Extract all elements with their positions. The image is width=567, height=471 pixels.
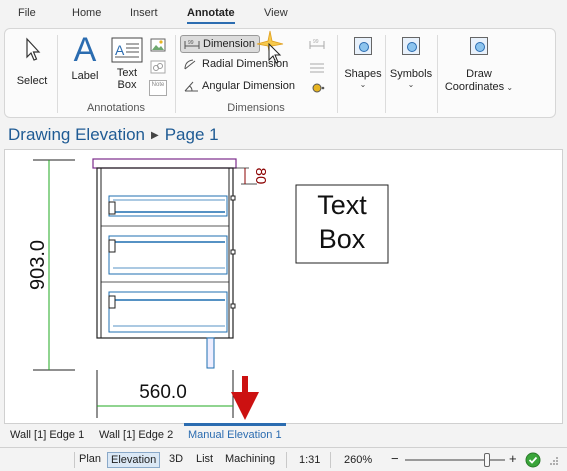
view-plan-button[interactable]: Plan	[76, 452, 104, 468]
status-divider	[330, 452, 331, 468]
cursor-arrow-icon	[26, 37, 41, 61]
view-elevation-button[interactable]: Elevation	[107, 452, 161, 468]
zoom-in-button[interactable]: +	[509, 451, 517, 466]
sheet-tab-bar: Wall [1] Edge 1 Wall [1] Edge 2 Manual E…	[4, 423, 563, 446]
breadcrumb: Drawing Elevation ▶ Page 1	[8, 125, 219, 145]
note-icon[interactable]: Note	[149, 80, 167, 96]
letter-a-icon: A	[73, 31, 97, 69]
chevron-right-icon: ▶	[151, 130, 159, 142]
drawer-middle	[108, 235, 236, 275]
symbols-icon	[402, 37, 420, 55]
radial-dimension-icon	[184, 59, 196, 70]
zoom-out-button[interactable]: −	[391, 451, 399, 466]
view-3d-button[interactable]: 3D	[166, 452, 186, 468]
dimension-label: Dimension	[203, 38, 255, 51]
draw-coordinates-label-line2: Coordinates	[444, 81, 505, 93]
shapes-icon	[354, 37, 372, 55]
svg-text:99: 99	[188, 40, 194, 46]
radial-dimension-button[interactable]: Radial Dimension	[183, 58, 303, 76]
ribbon-divider	[385, 35, 386, 113]
link-icon[interactable]	[150, 60, 166, 74]
breadcrumb-page[interactable]: Page 1	[165, 125, 219, 144]
linear-dimension-icon: 99	[184, 40, 200, 50]
symbols-button[interactable]: Symbols ⌄	[387, 37, 435, 99]
menu-tab-bar: File Home Insert Annotate View	[0, 0, 567, 28]
sheet-tab-manual-elevation-1[interactable]: Manual Elevation 1	[184, 423, 286, 441]
draw-coordinates-label-line1: Draw	[466, 68, 492, 80]
status-divider	[74, 452, 75, 468]
cabinet-leg	[206, 337, 215, 369]
ribbon-divider	[337, 35, 338, 113]
radial-dimension-label: Radial Dimension	[202, 58, 289, 71]
chevron-down-icon: ⌄	[359, 80, 367, 89]
breadcrumb-drawing[interactable]: Drawing Elevation	[8, 125, 145, 144]
text-box-line2: Box	[318, 224, 366, 254]
elevation-drawing	[33, 158, 389, 420]
cabinet-body	[96, 167, 234, 339]
angular-dimension-icon	[184, 81, 198, 92]
resize-grip-icon[interactable]	[547, 454, 559, 466]
angular-dimension-button[interactable]: Angular Dimension	[183, 80, 307, 98]
tab-annotate[interactable]: Annotate	[187, 7, 235, 24]
symbols-label: Symbols	[389, 68, 433, 80]
text-box[interactable]: Text Box	[297, 188, 387, 256]
chevron-down-icon: ⌄	[407, 80, 415, 89]
dimension-button[interactable]: 99 Dimension	[180, 35, 260, 53]
scale-readout: 1:31	[299, 454, 321, 466]
annotations-group-label: Annotations	[86, 102, 146, 114]
text-box-line1: Text	[317, 190, 367, 220]
svg-text:99: 99	[313, 39, 319, 45]
sheet-tab-wall-edge-2[interactable]: Wall [1] Edge 2	[99, 429, 173, 441]
dimension-chain-icon[interactable]: 99	[309, 37, 325, 51]
select-button[interactable]: Select	[13, 37, 51, 95]
draw-coordinates-button[interactable]: Draw Coordinates ⌄	[439, 37, 519, 99]
shapes-label: Shapes	[344, 68, 382, 80]
svg-text:A: A	[115, 42, 125, 58]
text-box-label-line2: Box	[117, 79, 137, 91]
image-icon[interactable]	[150, 38, 166, 52]
label-label: Label	[71, 70, 99, 82]
sheet-tab-wall-edge-1[interactable]: Wall [1] Edge 1	[10, 429, 84, 441]
tab-home[interactable]: Home	[72, 7, 101, 19]
draw-coordinates-icon	[470, 37, 488, 55]
dimension-style-icon[interactable]	[309, 81, 327, 95]
drawer-top	[108, 195, 236, 217]
small-dimension-text[interactable]: 80	[250, 161, 270, 191]
dimensions-group-label: Dimensions	[227, 102, 285, 114]
zoom-slider-track[interactable]	[405, 459, 505, 461]
zoom-slider-thumb[interactable]	[484, 453, 490, 467]
tab-file[interactable]: File	[18, 7, 36, 19]
view-machining-button[interactable]: Machining	[222, 452, 278, 468]
label-button[interactable]: A Label	[65, 33, 105, 97]
note-icon-text: Note	[151, 82, 165, 88]
select-label: Select	[16, 75, 48, 87]
tab-insert[interactable]: Insert	[130, 7, 158, 19]
check-ok-icon[interactable]	[525, 452, 541, 468]
tab-view[interactable]: View	[264, 7, 288, 19]
top-panel	[92, 158, 237, 169]
status-bar: Plan Elevation 3D List Machining 1:31 26…	[0, 447, 567, 471]
angular-dimension-label: Angular Dimension	[202, 80, 295, 93]
chevron-down-icon: ⌄	[504, 83, 514, 92]
status-divider	[286, 452, 287, 468]
red-down-arrow-icon	[231, 376, 259, 420]
shapes-button[interactable]: Shapes ⌄	[343, 37, 383, 99]
drawer-bottom	[108, 291, 236, 333]
height-dimension-text[interactable]: 903.0	[23, 240, 53, 290]
text-box-icon: A	[111, 37, 143, 63]
dimension-baseline-icon[interactable]	[309, 60, 325, 74]
ribbon: Select A Label A Text Box Note Annotatio…	[4, 28, 556, 118]
zoom-readout: 260%	[344, 454, 373, 466]
view-list-button[interactable]: List	[193, 452, 216, 468]
drawing-canvas[interactable]: 903.0 80 560.0 Text Box	[4, 149, 563, 424]
text-box-label-line1: Text	[116, 67, 138, 79]
ribbon-divider	[437, 35, 438, 113]
width-dimension-text[interactable]: 560.0	[123, 382, 203, 404]
text-box-button[interactable]: A Text Box	[109, 37, 145, 99]
